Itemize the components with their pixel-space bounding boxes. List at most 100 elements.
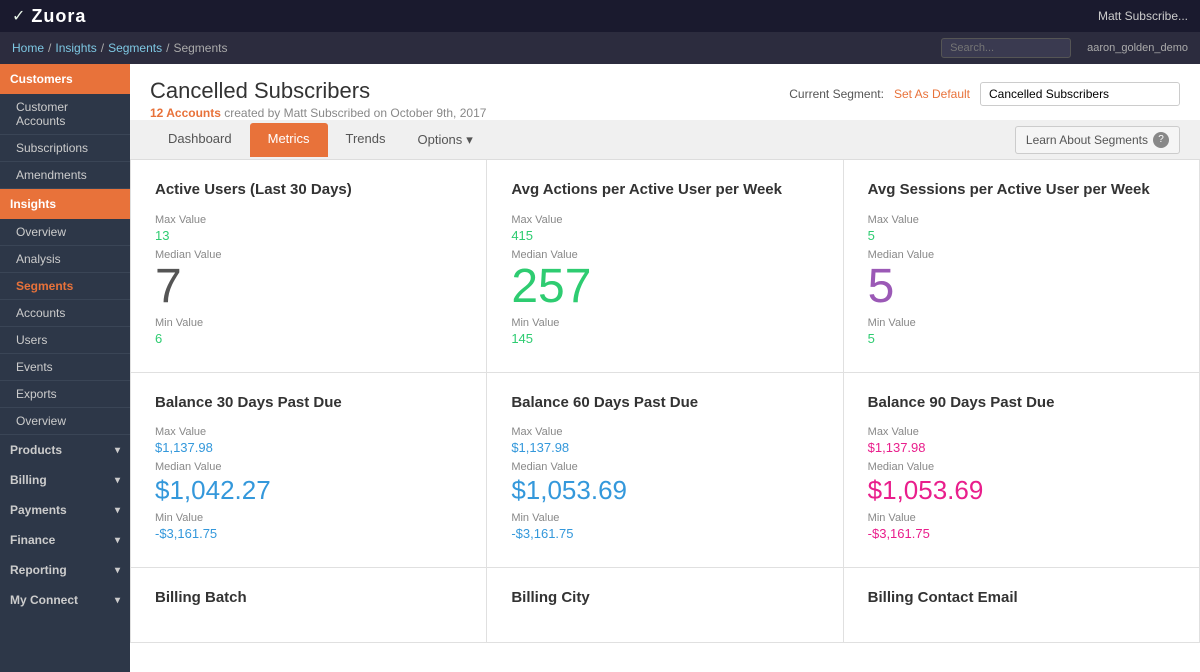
sidebar-item-subscriptions[interactable]: Subscriptions — [0, 135, 130, 162]
layout: Customers Customer Accounts Subscription… — [0, 64, 1200, 672]
breadcrumb: Home / Insights / Segments / Segments — [12, 41, 941, 55]
sidebar-group-customers[interactable]: Customers — [0, 64, 130, 94]
metric-max-val-4: $1,137.98 — [511, 440, 818, 455]
metric-median-row-4: Median Value $1,053.69 — [511, 461, 818, 506]
navbar: Home / Insights / Segments / Segments aa… — [0, 32, 1200, 64]
sidebar-item-analysis[interactable]: Analysis — [0, 246, 130, 273]
metric-median-row-0: Median Value 7 — [155, 249, 462, 311]
logo-icon: ✓ — [12, 6, 25, 26]
sidebar-item-exports[interactable]: Exports — [0, 381, 130, 408]
sidebar-item-accounts[interactable]: Accounts — [0, 300, 130, 327]
metric-billing-contact-email: Billing Contact Email — [844, 568, 1200, 643]
metrics-grid: Active Users (Last 30 Days) Max Value 13… — [130, 160, 1200, 643]
metric-median-row-1: Median Value 257 — [511, 249, 818, 311]
logo: ✓ Zuora — [12, 6, 86, 27]
user-info: Matt Subscribe... — [1098, 9, 1188, 23]
metric-max-row-5: Max Value $1,137.98 — [868, 426, 1175, 455]
tab-metrics[interactable]: Metrics — [250, 123, 328, 157]
help-icon: ? — [1153, 132, 1169, 148]
tab-options-dropdown[interactable]: Options ▾ — [403, 123, 486, 157]
sidebar-group-reporting[interactable]: Reporting ▾ — [0, 555, 130, 585]
metric-avg-actions: Avg Actions per Active User per Week Max… — [487, 160, 843, 373]
metric-min-val-5: -$3,161.75 — [868, 526, 1175, 541]
page-subtitle: 12 Accounts created by Matt Subscribed o… — [150, 106, 486, 120]
metric-min-row-1: Min Value 145 — [511, 317, 818, 346]
metric-title-0: Active Users (Last 30 Days) — [155, 180, 462, 200]
sidebar-group-payments[interactable]: Payments ▾ — [0, 495, 130, 525]
sidebar-group-billing[interactable]: Billing ▾ — [0, 465, 130, 495]
tab-bar: Dashboard Metrics Trends Options ▾ Learn… — [130, 120, 1200, 160]
metric-min-row-4: Min Value -$3,161.75 — [511, 512, 818, 541]
metric-median-row-2: Median Value 5 — [868, 249, 1175, 311]
set-as-default-link[interactable]: Set As Default — [894, 87, 970, 101]
metric-median-row-5: Median Value $1,053.69 — [868, 461, 1175, 506]
sidebar-item-segments[interactable]: Segments — [0, 273, 130, 300]
page-title: Cancelled Subscribers — [150, 78, 486, 104]
metric-title-1: Avg Actions per Active User per Week — [511, 180, 818, 200]
metric-max-val-0: 13 — [155, 228, 462, 243]
metric-min-val-1: 145 — [511, 331, 818, 346]
search-input[interactable] — [941, 38, 1071, 58]
segment-bar: Current Segment: Set As Default — [789, 82, 1180, 106]
nav-search: aaron_golden_demo — [941, 38, 1188, 58]
topbar: ✓ Zuora Matt Subscribe... — [0, 0, 1200, 32]
sidebar-item-amendments[interactable]: Amendments — [0, 162, 130, 189]
metric-max-val-5: $1,137.98 — [868, 440, 1175, 455]
metric-min-row-2: Min Value 5 — [868, 317, 1175, 346]
nav-user: aaron_golden_demo — [1087, 42, 1188, 54]
sidebar-group-insights[interactable]: Insights — [0, 189, 130, 219]
metric-billing-city: Billing City — [487, 568, 843, 643]
metric-max-row-3: Max Value $1,137.98 — [155, 426, 462, 455]
metric-title-7: Billing City — [511, 588, 818, 608]
sidebar-group-myconnect[interactable]: My Connect ▾ — [0, 585, 130, 615]
breadcrumb-segments[interactable]: Segments — [108, 41, 162, 55]
breadcrumb-home[interactable]: Home — [12, 41, 44, 55]
metric-min-val-3: -$3,161.75 — [155, 526, 462, 541]
metric-title-4: Balance 60 Days Past Due — [511, 393, 818, 413]
metric-max-row-4: Max Value $1,137.98 — [511, 426, 818, 455]
metric-min-row-3: Min Value -$3,161.75 — [155, 512, 462, 541]
metric-max-val-1: 415 — [511, 228, 818, 243]
metric-min-val-2: 5 — [868, 331, 1175, 346]
tab-trends[interactable]: Trends — [328, 123, 404, 157]
metric-min-row-0: Min Value 6 — [155, 317, 462, 346]
learn-about-segments-button[interactable]: Learn About Segments ? — [1015, 126, 1180, 154]
sidebar: Customers Customer Accounts Subscription… — [0, 64, 130, 672]
sidebar-customers-section: Customers Customer Accounts Subscription… — [0, 64, 130, 189]
metric-max-val-2: 5 — [868, 228, 1175, 243]
tab-dashboard[interactable]: Dashboard — [150, 123, 250, 157]
metric-active-users: Active Users (Last 30 Days) Max Value 13… — [131, 160, 487, 373]
metric-billing-batch: Billing Batch — [131, 568, 487, 643]
metric-title-3: Balance 30 Days Past Due — [155, 393, 462, 413]
chevron-down-icon: ▾ — [466, 132, 473, 148]
metric-title-8: Billing Contact Email — [868, 588, 1175, 608]
metric-balance-60: Balance 60 Days Past Due Max Value $1,13… — [487, 373, 843, 569]
user-name: Matt Subscribe... — [1098, 9, 1188, 23]
sidebar-item-overview[interactable]: Overview — [0, 219, 130, 246]
metric-title-5: Balance 90 Days Past Due — [868, 393, 1175, 413]
metric-min-val-4: -$3,161.75 — [511, 526, 818, 541]
metric-max-val-3: $1,137.98 — [155, 440, 462, 455]
main-content: Cancelled Subscribers 12 Accounts create… — [130, 64, 1200, 672]
metric-median-row-3: Median Value $1,042.27 — [155, 461, 462, 506]
metric-max-row-2: Max Value 5 — [868, 214, 1175, 243]
sidebar-item-overview2[interactable]: Overview — [0, 408, 130, 435]
metric-balance-90: Balance 90 Days Past Due Max Value $1,13… — [844, 373, 1200, 569]
learn-label: Learn About Segments — [1026, 133, 1148, 147]
breadcrumb-current: Segments — [173, 41, 227, 55]
metric-max-row-0: Max Value 13 — [155, 214, 462, 243]
tabs: Dashboard Metrics Trends Options ▾ — [150, 123, 487, 157]
sidebar-group-products[interactable]: Products ▾ — [0, 435, 130, 465]
accounts-count[interactable]: 12 Accounts — [150, 106, 221, 120]
subtitle-text: created by Matt Subscribed on October 9t… — [224, 106, 486, 120]
breadcrumb-insights[interactable]: Insights — [55, 41, 96, 55]
metric-median-val-4: $1,053.69 — [511, 475, 818, 506]
segment-input[interactable] — [980, 82, 1180, 106]
metric-avg-sessions: Avg Sessions per Active User per Week Ma… — [844, 160, 1200, 373]
metric-title-2: Avg Sessions per Active User per Week — [868, 180, 1175, 200]
sidebar-item-customer-accounts[interactable]: Customer Accounts — [0, 94, 130, 135]
sidebar-group-finance[interactable]: Finance ▾ — [0, 525, 130, 555]
metric-median-val-1: 257 — [511, 263, 818, 311]
sidebar-item-events[interactable]: Events — [0, 354, 130, 381]
sidebar-item-users[interactable]: Users — [0, 327, 130, 354]
